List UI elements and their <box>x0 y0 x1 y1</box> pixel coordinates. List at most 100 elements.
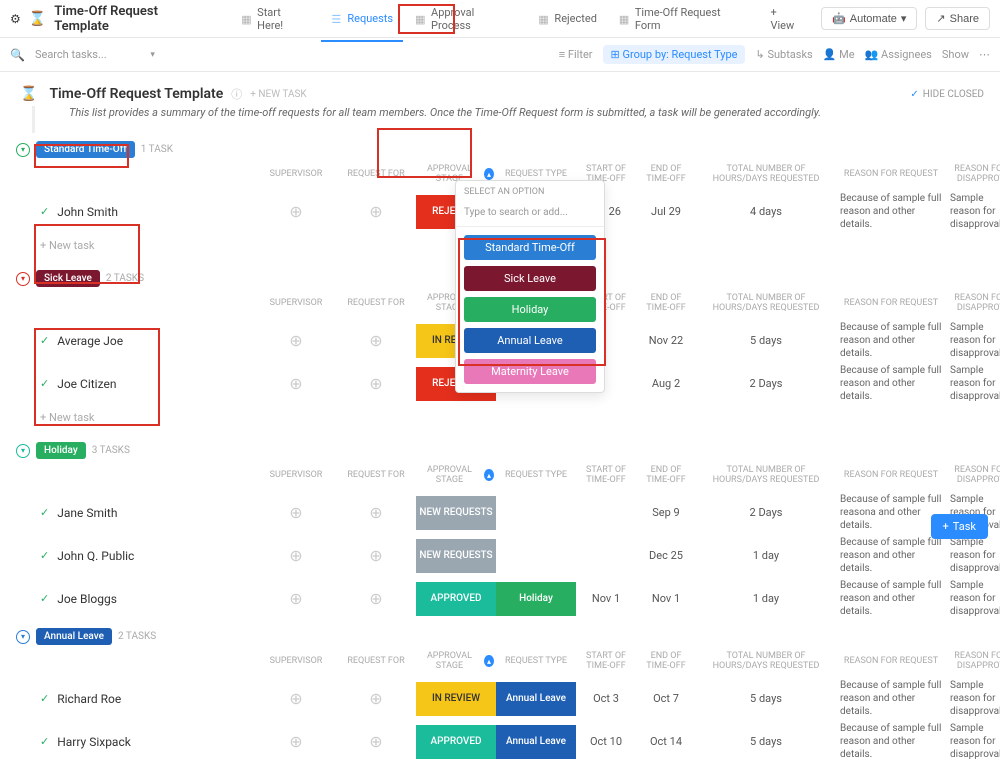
supervisor-cell[interactable]: ⊕ <box>256 331 336 350</box>
col-reason[interactable]: REASON FOR REQUEST <box>836 163 946 185</box>
approval-stage-cell[interactable]: APPROVED <box>416 725 496 759</box>
reason-cell[interactable]: Because of sample full reason and other … <box>836 190 946 233</box>
supervisor-cell[interactable]: ⊕ <box>256 202 336 221</box>
more-icon[interactable]: ⋯ <box>979 48 990 61</box>
group-by-button[interactable]: ⊞ Group by: Request Type <box>603 45 746 64</box>
end-date-cell[interactable]: Jul 29 <box>636 205 696 218</box>
end-date-cell[interactable]: Oct 14 <box>636 735 696 748</box>
disapprove-cell[interactable]: Sample reason for disapproval <box>946 577 1000 620</box>
request-for-cell[interactable]: ⊕ <box>336 202 416 221</box>
reason-cell[interactable]: Because of sample full reason and other … <box>836 677 946 720</box>
group-label[interactable]: Standard Time-Off <box>36 141 135 158</box>
tab-request-form[interactable]: ▦Time-Off Request Form <box>609 0 759 42</box>
task-row[interactable]: ✓Jane Smith ⊕ ⊕ NEW REQUESTS Sep 9 2 Day… <box>16 491 984 534</box>
hours-cell[interactable]: 4 days <box>696 205 836 218</box>
new-task-float-button[interactable]: +Task <box>931 514 988 539</box>
group-label[interactable]: Holiday <box>36 442 86 459</box>
task-name-cell[interactable]: ✓Jane Smith <box>16 506 256 520</box>
col-disapprove[interactable]: REASON FOR DISAPPROV <box>946 459 1000 491</box>
tab-start-here[interactable]: ▦Start Here! <box>231 0 319 42</box>
request-for-cell[interactable]: ⊕ <box>336 589 416 608</box>
dropdown-option[interactable]: Standard Time-Off <box>464 235 596 260</box>
col-reason[interactable]: REASON FOR REQUEST <box>836 464 946 486</box>
task-row[interactable]: ✓Richard Roe ⊕ ⊕ IN REVIEW Annual Leave … <box>16 677 984 720</box>
request-type-cell[interactable]: Annual Leave <box>496 682 576 716</box>
new-task-link[interactable]: + New task <box>16 405 984 434</box>
task-name-cell[interactable]: ✓John Smith <box>16 205 256 219</box>
dropdown-option[interactable]: Holiday <box>464 297 596 322</box>
hours-cell[interactable]: 1 day <box>696 592 836 605</box>
col-end[interactable]: END OF TIME-OFF <box>636 645 696 677</box>
col-reason[interactable]: REASON FOR REQUEST <box>836 292 946 314</box>
reason-cell[interactable]: Because of sample full reason and other … <box>836 720 946 763</box>
hours-cell[interactable]: 2 Days <box>696 506 836 519</box>
end-date-cell[interactable]: Nov 22 <box>636 334 696 347</box>
disapprove-cell[interactable]: Sample reason for disapproval <box>946 319 1000 362</box>
supervisor-cell[interactable]: ⊕ <box>256 689 336 708</box>
approval-stage-cell[interactable]: NEW REQUESTS <box>416 539 496 573</box>
request-for-cell[interactable]: ⊕ <box>336 546 416 565</box>
start-date-cell[interactable]: Oct 3 <box>576 692 636 705</box>
sort-asc-icon[interactable]: ▴ <box>484 655 494 667</box>
col-hours[interactable]: TOTAL NUMBER OF HOURS/DAYS REQUESTED <box>696 645 836 677</box>
search-input[interactable]: Search tasks... <box>35 48 155 61</box>
task-name-cell[interactable]: ✓Average Joe <box>16 334 256 348</box>
hide-closed-toggle[interactable]: HIDE CLOSED <box>910 89 984 100</box>
group-collapse[interactable]: ▾ <box>16 143 30 157</box>
col-hours[interactable]: TOTAL NUMBER OF HOURS/DAYS REQUESTED <box>696 158 836 190</box>
hours-cell[interactable]: 5 days <box>696 334 836 347</box>
sort-asc-icon[interactable]: ▴ <box>484 469 494 481</box>
tab-approval-process[interactable]: ▦Approval Process <box>405 0 526 42</box>
supervisor-cell[interactable]: ⊕ <box>256 589 336 608</box>
request-type-cell[interactable]: Holiday <box>496 582 576 616</box>
start-date-cell[interactable]: Nov 1 <box>576 592 636 605</box>
new-task-header[interactable]: + NEW TASK <box>250 89 306 100</box>
col-start[interactable]: START OF TIME-OFF <box>576 459 636 491</box>
supervisor-cell[interactable]: ⊕ <box>256 374 336 393</box>
col-request-type[interactable]: REQUEST TYPE <box>496 464 576 486</box>
col-supervisor[interactable]: SUPERVISOR <box>256 292 336 314</box>
approval-stage-cell[interactable]: IN REVIEW <box>416 682 496 716</box>
supervisor-cell[interactable]: ⊕ <box>256 546 336 565</box>
hours-cell[interactable]: 5 days <box>696 692 836 705</box>
share-button[interactable]: ↗Share <box>925 7 990 30</box>
assignees-button[interactable]: 👥 Assignees <box>865 48 932 61</box>
task-name-cell[interactable]: ✓Joe Citizen <box>16 377 256 391</box>
col-supervisor[interactable]: SUPERVISOR <box>256 650 336 672</box>
col-end[interactable]: END OF TIME-OFF <box>636 158 696 190</box>
request-type-cell[interactable]: Annual Leave <box>496 725 576 759</box>
end-date-cell[interactable]: Sep 9 <box>636 506 696 519</box>
col-request-for[interactable]: REQUEST FOR <box>336 163 416 185</box>
end-date-cell[interactable]: Oct 7 <box>636 692 696 705</box>
start-date-cell[interactable]: Oct 10 <box>576 735 636 748</box>
info-icon[interactable]: ⓘ <box>231 86 242 102</box>
disapprove-cell[interactable]: Sample reason for disapproval <box>946 534 1000 577</box>
dropdown-option[interactable]: Sick Leave <box>464 266 596 291</box>
automate-button[interactable]: 🤖Automate▾ <box>821 7 917 30</box>
subtasks-button[interactable]: ↳ Subtasks <box>755 48 812 61</box>
task-name-cell[interactable]: ✓Joe Bloggs <box>16 592 256 606</box>
hours-cell[interactable]: 2 Days <box>696 377 836 390</box>
approval-stage-cell[interactable]: APPROVED <box>416 582 496 616</box>
group-collapse[interactable]: ▾ <box>16 444 30 458</box>
dropdown-search[interactable]: Type to search or add... <box>456 203 604 227</box>
request-for-cell[interactable]: ⊕ <box>336 331 416 350</box>
reason-cell[interactable]: Because of sample full reason and other … <box>836 319 946 362</box>
task-row[interactable]: ✓John Q. Public ⊕ ⊕ NEW REQUESTS Dec 25 … <box>16 534 984 577</box>
supervisor-cell[interactable]: ⊕ <box>256 503 336 522</box>
col-end[interactable]: END OF TIME-OFF <box>636 459 696 491</box>
group-collapse[interactable]: ▾ <box>16 630 30 644</box>
task-row[interactable]: ✓Harry Sixpack ⊕ ⊕ APPROVED Annual Leave… <box>16 720 984 763</box>
col-request-for[interactable]: REQUEST FOR <box>336 292 416 314</box>
end-date-cell[interactable]: Aug 2 <box>636 377 696 390</box>
approval-stage-cell[interactable]: NEW REQUESTS <box>416 496 496 530</box>
hours-cell[interactable]: 5 days <box>696 735 836 748</box>
gear-icon[interactable]: ⚙ <box>10 12 21 26</box>
reason-cell[interactable]: Because of sample full reasona and other… <box>836 491 946 534</box>
col-approval-stage[interactable]: APPROVAL STAGE▴ <box>416 459 496 491</box>
disapprove-cell[interactable]: Sample reason for disapproval <box>946 190 1000 233</box>
group-collapse[interactable]: ▾ <box>16 272 30 286</box>
end-date-cell[interactable]: Nov 1 <box>636 592 696 605</box>
sort-asc-icon[interactable]: ▴ <box>484 168 494 180</box>
task-name-cell[interactable]: ✓Richard Roe <box>16 692 256 706</box>
